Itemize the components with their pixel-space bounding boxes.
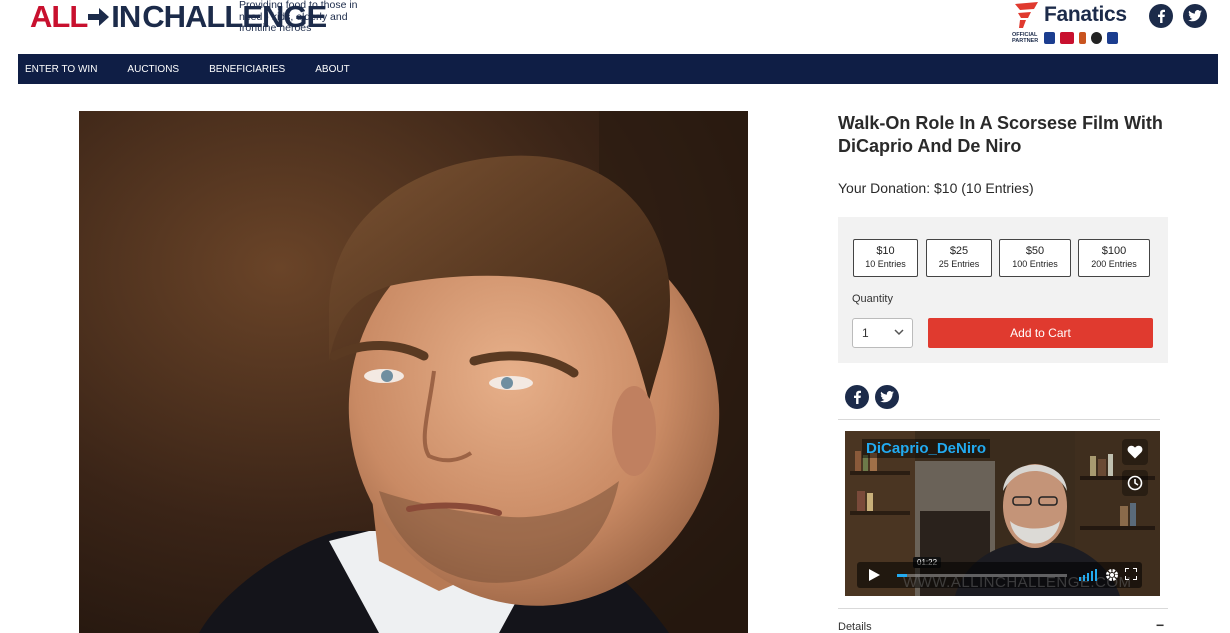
pga-logo-icon: [1107, 32, 1118, 44]
option-10[interactable]: $10 10 Entries: [853, 239, 918, 277]
volume-icon[interactable]: [1079, 569, 1097, 581]
twitter-icon[interactable]: [1183, 4, 1207, 28]
logo-all: ALL: [30, 0, 88, 34]
option-25[interactable]: $25 25 Entries: [926, 239, 992, 277]
settings-gear-icon[interactable]: [1105, 568, 1119, 582]
clock-icon: [1127, 475, 1143, 491]
product-title: Walk-On Role In A Scorsese Film With DiC…: [838, 113, 1163, 156]
nba-logo-icon: [1079, 32, 1086, 44]
nfl-logo-icon: [1044, 32, 1055, 44]
heart-icon: [1127, 445, 1143, 459]
donation-panel: $10 10 Entries $25 25 Entries $50 100 En…: [838, 217, 1168, 363]
facebook-icon[interactable]: [1149, 4, 1173, 28]
site-tagline: Providing food to those in need - kids, …: [239, 0, 358, 34]
option-amount: $100: [1101, 245, 1127, 257]
divider: [838, 419, 1160, 420]
nav-auctions[interactable]: AUCTIONS: [127, 64, 179, 75]
header-social: [1149, 4, 1207, 28]
product-image: [79, 111, 748, 633]
fanatics-logo-icon: [1015, 2, 1038, 28]
twitter-share-icon[interactable]: [875, 385, 899, 409]
details-collapse-toggle[interactable]: −: [1156, 617, 1164, 633]
option-50[interactable]: $50 100 Entries: [999, 239, 1071, 277]
add-to-cart-button[interactable]: Add to Cart: [928, 318, 1153, 348]
video-progress-bar[interactable]: [897, 574, 1067, 577]
option-amount: $50: [1025, 245, 1045, 257]
option-100[interactable]: $100 200 Entries: [1078, 239, 1150, 277]
option-entries: 25 Entries: [938, 259, 980, 269]
video-controls: [857, 562, 1142, 588]
sponsor-name: Fanatics: [1044, 3, 1127, 26]
sponsor-block[interactable]: Fanatics OFFICIAL PARTNER: [1012, 0, 1140, 48]
details-heading[interactable]: Details: [838, 621, 872, 633]
share-social: [845, 385, 899, 409]
nav-about[interactable]: ABOUT: [315, 64, 349, 75]
like-button[interactable]: [1122, 439, 1148, 465]
partner-label: OFFICIAL PARTNER: [1012, 32, 1039, 44]
fullscreen-icon[interactable]: [1125, 568, 1137, 580]
main-nav: ENTER TO WIN AUCTIONS BENEFICIARIES ABOU…: [18, 54, 1218, 84]
video-player[interactable]: DiCaprio_DeNiro 01:22 WWW.ALLINCHALLENGE…: [845, 431, 1160, 596]
nav-enter-to-win[interactable]: ENTER TO WIN: [25, 64, 97, 75]
video-title: DiCaprio_DeNiro: [862, 439, 991, 458]
quantity-value: 1: [862, 326, 869, 340]
option-amount: $25: [949, 245, 969, 257]
mlb-logo-icon: [1060, 32, 1074, 44]
option-entries: 10 Entries: [865, 259, 906, 269]
watch-later-button[interactable]: [1122, 470, 1148, 496]
play-icon[interactable]: [867, 568, 881, 582]
nav-beneficiaries[interactable]: BENEFICIARIES: [209, 64, 285, 75]
chevron-down-icon: [894, 329, 904, 336]
option-entries: 200 Entries: [1091, 259, 1137, 269]
video-progress-fill: [897, 574, 908, 577]
portrait-photo: [79, 111, 748, 633]
option-entries: 100 Entries: [1012, 259, 1058, 269]
quantity-label: Quantity: [852, 293, 893, 305]
quantity-select[interactable]: 1: [852, 318, 913, 348]
logo-arrow-icon: [88, 8, 110, 26]
nhl-logo-icon: [1091, 32, 1102, 44]
facebook-share-icon[interactable]: [845, 385, 869, 409]
donation-summary: Your Donation: $10 (10 Entries): [838, 180, 1034, 196]
logo-in: IN: [111, 0, 141, 34]
divider: [838, 608, 1168, 609]
option-amount: $10: [876, 245, 895, 257]
